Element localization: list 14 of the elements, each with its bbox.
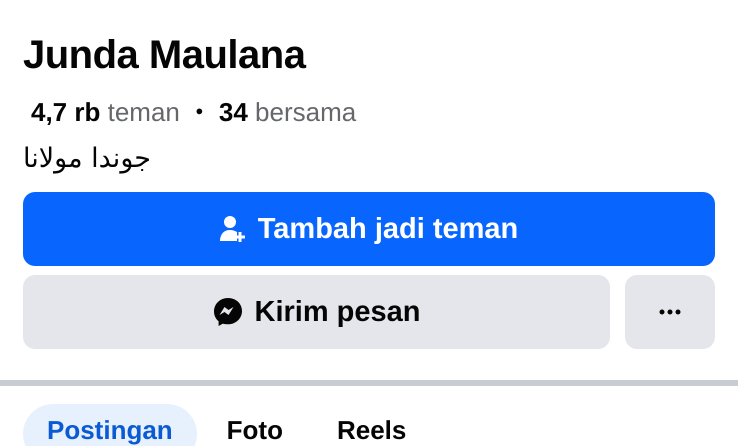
add-friend-button[interactable]: Tambah jadi teman	[23, 192, 715, 266]
stat-text: 34 bersama	[218, 96, 356, 128]
profile-tab[interactable]: Postingan	[23, 404, 197, 446]
add-person-icon	[220, 215, 246, 243]
profile-tab[interactable]: Foto	[202, 404, 307, 446]
messenger-icon	[212, 297, 242, 327]
separator-dot: •	[196, 100, 203, 125]
stat-text: 4,7 rb teman	[31, 96, 180, 128]
more-button[interactable]	[625, 275, 715, 349]
profile-tab[interactable]: Reels	[312, 404, 430, 446]
send-message-button[interactable]: Kirim pesan	[23, 275, 610, 349]
profile-name: Junda Maulana	[23, 32, 308, 79]
alternate-name: جوندا مولانا	[23, 143, 151, 174]
more-icon	[659, 309, 681, 315]
